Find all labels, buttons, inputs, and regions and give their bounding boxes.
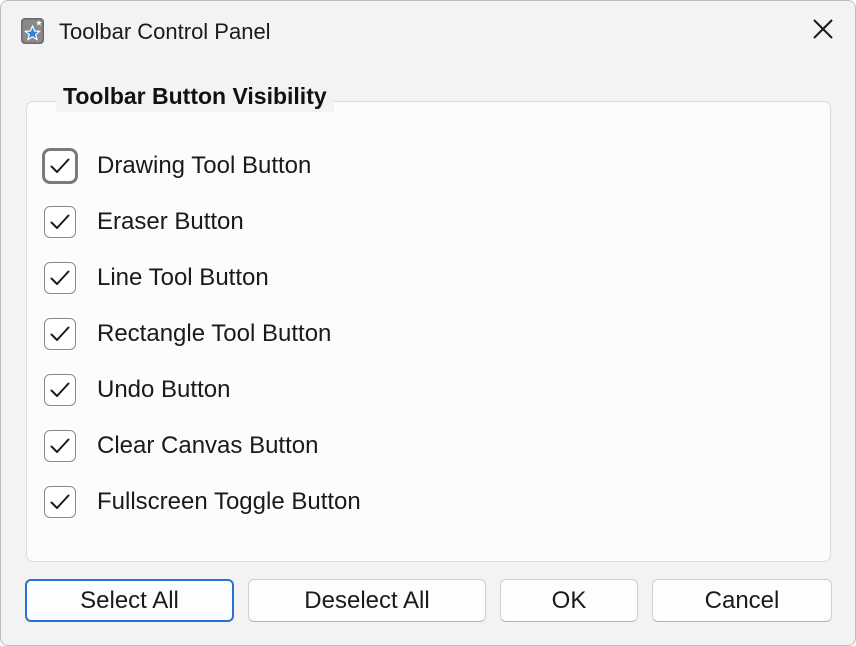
checkbox-label: Drawing Tool Button — [97, 152, 312, 179]
ok-button[interactable]: OK — [500, 579, 638, 622]
checkmark-icon — [50, 270, 70, 285]
checkbox-undo[interactable]: Undo Button — [44, 372, 230, 408]
checkbox-label: Eraser Button — [97, 208, 244, 235]
checkmark-icon — [50, 438, 70, 453]
checkbox-label: Fullscreen Toggle Button — [97, 488, 361, 515]
group-box-title: Toolbar Button Visibility — [56, 80, 334, 112]
checkbox-box[interactable] — [44, 430, 76, 462]
checkbox-box[interactable] — [44, 262, 76, 294]
select-all-button[interactable]: Select All — [25, 579, 234, 622]
checkbox-eraser[interactable]: Eraser Button — [44, 204, 244, 240]
close-icon — [812, 18, 834, 45]
checkbox-clear-canvas[interactable]: Clear Canvas Button — [44, 428, 318, 464]
dialog-window: Toolbar Control Panel Toolbar Button Vis… — [0, 0, 856, 646]
checkbox-line-tool[interactable]: Line Tool Button — [44, 260, 269, 296]
title-bar: Toolbar Control Panel — [1, 1, 855, 61]
checkmark-icon — [50, 214, 70, 229]
checkbox-box[interactable] — [44, 486, 76, 518]
checkbox-label: Rectangle Tool Button — [97, 320, 332, 347]
checkbox-box[interactable] — [44, 318, 76, 350]
checkbox-rectangle-tool[interactable]: Rectangle Tool Button — [44, 316, 331, 352]
checkbox-label: Clear Canvas Button — [97, 432, 319, 459]
checkmark-icon — [50, 326, 70, 341]
deselect-all-button[interactable]: Deselect All — [248, 579, 486, 622]
checkbox-drawing-tool[interactable]: Drawing Tool Button — [42, 148, 312, 184]
checkmark-icon — [50, 494, 70, 509]
checkmark-icon — [50, 158, 70, 173]
checkbox-fullscreen-toggle[interactable]: Fullscreen Toggle Button — [44, 484, 361, 520]
checkbox-box[interactable] — [42, 148, 78, 184]
checkbox-label: Line Tool Button — [97, 264, 269, 291]
checkbox-box[interactable] — [44, 374, 76, 406]
checkbox-box[interactable] — [44, 206, 76, 238]
window-title: Toolbar Control Panel — [59, 19, 271, 44]
star-app-icon — [20, 17, 45, 45]
checkbox-label: Undo Button — [97, 376, 231, 403]
cancel-button[interactable]: Cancel — [652, 579, 832, 622]
checkmark-icon — [50, 382, 70, 397]
close-button[interactable] — [791, 1, 855, 61]
